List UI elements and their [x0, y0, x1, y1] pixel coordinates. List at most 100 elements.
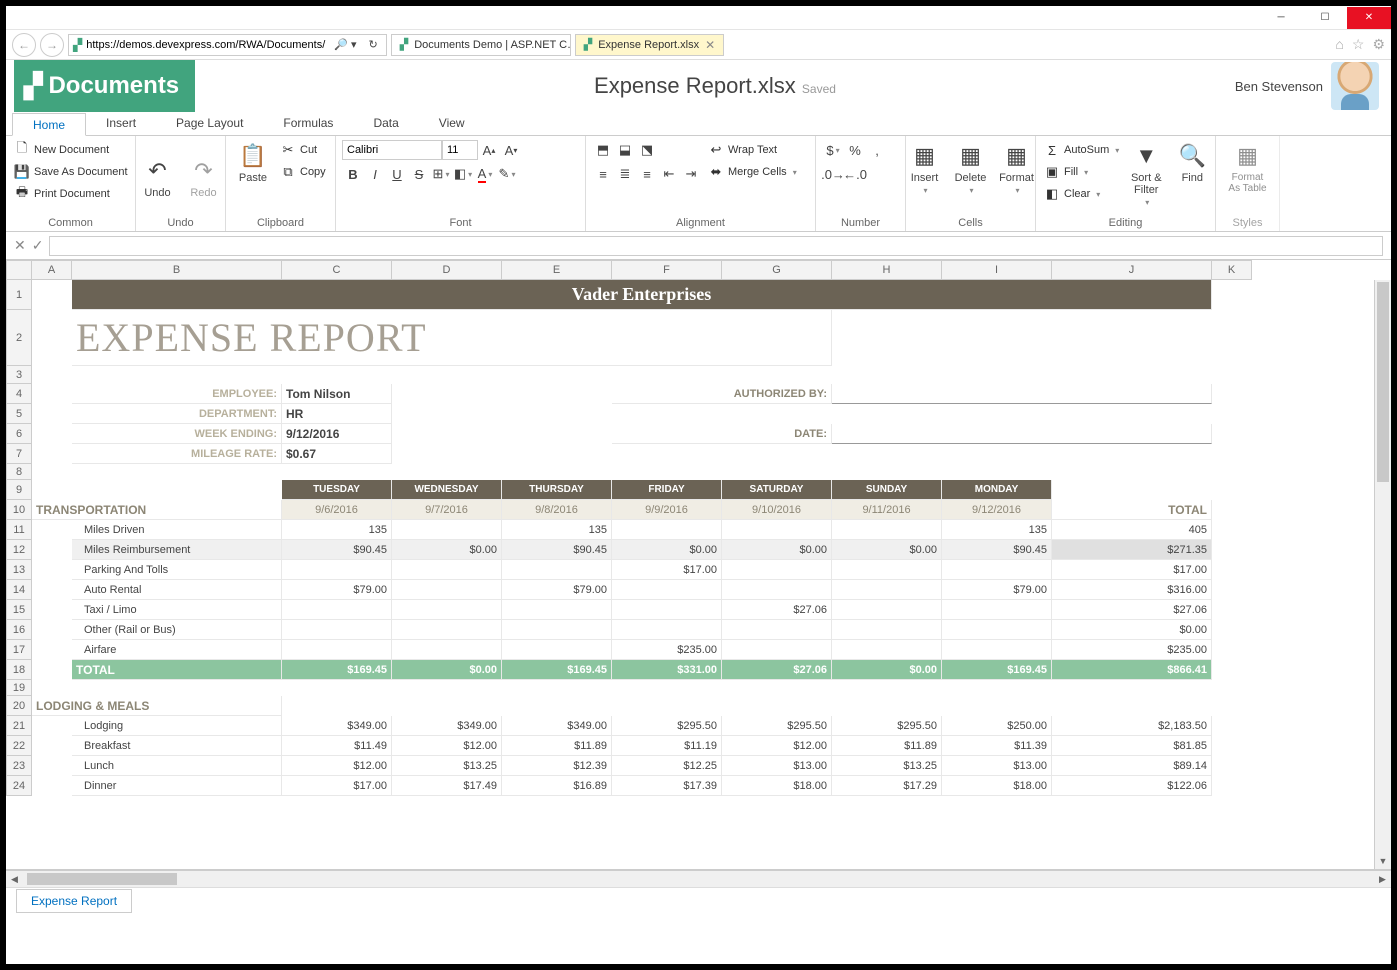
browser-tab-1[interactable]: ▞ Expense Report.xlsx ✕: [575, 34, 724, 56]
cut-button[interactable]: ✂Cut: [278, 140, 328, 160]
cell[interactable]: [942, 620, 1052, 640]
address-input[interactable]: [86, 39, 326, 51]
indent-inc-button[interactable]: ⇥: [680, 164, 702, 184]
cell[interactable]: [502, 600, 612, 620]
formula-input[interactable]: [49, 236, 1383, 256]
cell[interactable]: $169.45: [282, 660, 392, 680]
format-as-table-button[interactable]: ▦Format As Table: [1222, 140, 1273, 196]
row-header[interactable]: 5: [6, 404, 32, 424]
cell[interactable]: $271.35: [1052, 540, 1212, 560]
cell[interactable]: [832, 620, 942, 640]
cell[interactable]: $90.45: [502, 540, 612, 560]
spreadsheet-area[interactable]: ABCDEFGHIJK 1234567891011121314151617181…: [6, 260, 1391, 870]
cell[interactable]: 135: [942, 520, 1052, 540]
format-cells-button[interactable]: ▦Format: [996, 140, 1038, 197]
sort-filter-button[interactable]: ▼Sort & Filter: [1125, 140, 1167, 209]
cell[interactable]: EXPENSE REPORT: [72, 310, 832, 366]
cell[interactable]: 9/11/2016: [832, 500, 942, 520]
cell[interactable]: 9/12/2016: [282, 424, 392, 444]
cell[interactable]: $0.00: [1052, 620, 1212, 640]
cell[interactable]: $0.00: [612, 540, 722, 560]
align-bottom-button[interactable]: ⬔: [636, 140, 658, 160]
col-header[interactable]: I: [942, 260, 1052, 280]
cell[interactable]: [392, 520, 502, 540]
cell[interactable]: TRANSPORTATION: [32, 500, 282, 520]
cell[interactable]: $169.45: [502, 660, 612, 680]
scroll-right-icon[interactable]: ▶: [1374, 871, 1391, 887]
ribbon-tab-data[interactable]: Data: [353, 112, 418, 135]
cell[interactable]: $0.00: [392, 540, 502, 560]
cell[interactable]: $122.06: [1052, 776, 1212, 796]
cell[interactable]: Taxi / Limo: [72, 600, 282, 620]
scroll-left-icon[interactable]: ◀: [6, 871, 23, 887]
cell[interactable]: 9/12/2016: [942, 500, 1052, 520]
cell[interactable]: $79.00: [502, 580, 612, 600]
cell[interactable]: $13.25: [392, 756, 502, 776]
row-header[interactable]: 10: [6, 500, 32, 520]
cell[interactable]: [942, 640, 1052, 660]
nav-back-button[interactable]: ←: [12, 33, 36, 57]
cell[interactable]: $13.00: [942, 756, 1052, 776]
cell[interactable]: [722, 520, 832, 540]
cell[interactable]: [392, 560, 502, 580]
cell[interactable]: SATURDAY: [722, 480, 832, 500]
cell[interactable]: $17.00: [1052, 560, 1212, 580]
shrink-font-button[interactable]: A▾: [500, 140, 522, 160]
cell[interactable]: $0.00: [832, 660, 942, 680]
cell[interactable]: $89.14: [1052, 756, 1212, 776]
col-header[interactable]: J: [1052, 260, 1212, 280]
indent-dec-button[interactable]: ⇤: [658, 164, 680, 184]
cell[interactable]: [612, 520, 722, 540]
cell[interactable]: $79.00: [282, 580, 392, 600]
font-name-select[interactable]: [342, 140, 442, 160]
cell[interactable]: $17.00: [282, 776, 392, 796]
currency-button[interactable]: $: [822, 140, 844, 160]
cell[interactable]: $0.67: [282, 444, 392, 464]
cell[interactable]: $0.00: [392, 660, 502, 680]
cell[interactable]: [942, 600, 1052, 620]
browser-tab-0[interactable]: ▞ Documents Demo | ASP.NET C…: [391, 34, 571, 56]
row-header[interactable]: 14: [6, 580, 32, 600]
percent-button[interactable]: %: [844, 140, 866, 160]
row-header[interactable]: 9: [6, 480, 32, 500]
inc-decimal-button[interactable]: .0→: [822, 164, 844, 184]
strike-button[interactable]: S: [408, 164, 430, 184]
cell[interactable]: WEDNESDAY: [392, 480, 502, 500]
cell[interactable]: [392, 620, 502, 640]
cell[interactable]: Dinner: [72, 776, 282, 796]
cell[interactable]: [832, 424, 1212, 444]
sheet-tab[interactable]: Expense Report: [16, 889, 132, 913]
row-header[interactable]: 13: [6, 560, 32, 580]
cell[interactable]: Miles Reimbursement: [72, 540, 282, 560]
formula-cancel-icon[interactable]: ✕: [14, 237, 26, 254]
align-left-button[interactable]: ≡: [592, 164, 614, 184]
cell[interactable]: [282, 560, 392, 580]
cell[interactable]: [722, 560, 832, 580]
cell[interactable]: [392, 600, 502, 620]
row-header[interactable]: 22: [6, 736, 32, 756]
cell[interactable]: TOTAL: [72, 660, 282, 680]
cell[interactable]: $235.00: [612, 640, 722, 660]
cell[interactable]: $90.45: [942, 540, 1052, 560]
cell[interactable]: $295.50: [722, 716, 832, 736]
cell[interactable]: EMPLOYEE:: [72, 384, 282, 404]
cell[interactable]: $13.00: [722, 756, 832, 776]
cell[interactable]: $90.45: [282, 540, 392, 560]
row-header[interactable]: 17: [6, 640, 32, 660]
home-icon[interactable]: ⌂: [1335, 36, 1343, 53]
cell[interactable]: [832, 560, 942, 580]
highlight-button[interactable]: ✎: [496, 164, 518, 184]
cell[interactable]: Parking And Tolls: [72, 560, 282, 580]
cell[interactable]: Vader Enterprises: [72, 280, 1212, 310]
cell[interactable]: $295.50: [612, 716, 722, 736]
dec-decimal-button[interactable]: ←.0: [844, 164, 866, 184]
cell[interactable]: $11.39: [942, 736, 1052, 756]
grow-font-button[interactable]: A▴: [478, 140, 500, 160]
search-dropdown-icon[interactable]: 🔎 ▾: [330, 38, 360, 51]
cell[interactable]: [942, 560, 1052, 580]
cell[interactable]: $17.00: [612, 560, 722, 580]
cell[interactable]: Other (Rail or Bus): [72, 620, 282, 640]
cell[interactable]: 9/9/2016: [612, 500, 722, 520]
cell[interactable]: [612, 620, 722, 640]
copy-button[interactable]: ⧉Copy: [278, 162, 328, 182]
